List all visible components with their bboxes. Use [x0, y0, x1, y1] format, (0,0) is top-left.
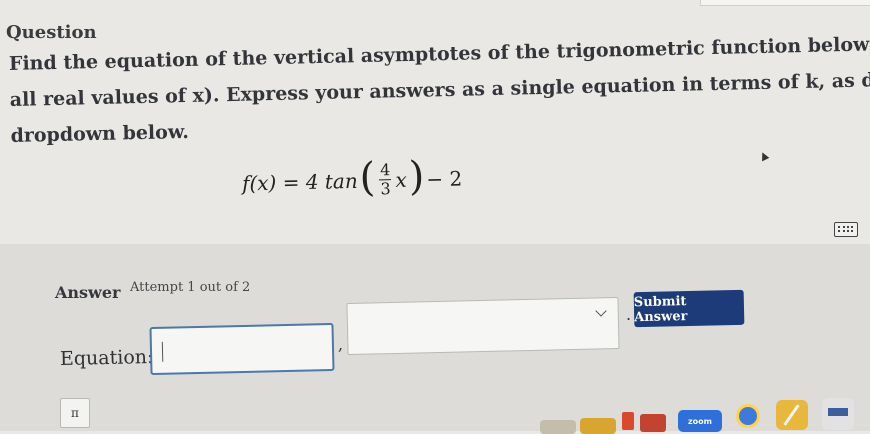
equation-input[interactable]: [149, 322, 335, 376]
answer-label: Answer: [55, 283, 121, 302]
submit-answer-button[interactable]: Submit Answer: [633, 289, 745, 328]
dock-app-icon[interactable]: [622, 412, 634, 430]
zoom-app-label: zoom: [688, 416, 712, 426]
chrome-app-icon[interactable]: [736, 404, 760, 428]
fraction-numerator: 4: [378, 160, 392, 181]
period-separator: .: [626, 305, 632, 324]
k-domain-dropdown[interactable]: [346, 296, 620, 356]
function-formula: f(x) = 4 tan ( 4 3 x ) − 2: [241, 152, 463, 201]
pi-key-button[interactable]: π: [60, 398, 90, 428]
fraction-denominator: 3: [380, 179, 391, 199]
mouse-pointer-icon: [758, 150, 770, 162]
text-caret: [161, 341, 164, 362]
dock-app-icon[interactable]: [580, 418, 616, 434]
dock: zoom: [540, 396, 870, 434]
equation-label: Equation:: [59, 345, 154, 371]
dock-app-icon[interactable]: [540, 420, 576, 434]
dock-app-icon[interactable]: [640, 414, 666, 432]
notes-app-icon[interactable]: [776, 400, 808, 430]
attempt-counter: Attempt 1 out of 2: [130, 280, 251, 295]
dock-app-icon[interactable]: [822, 398, 854, 430]
zoom-app-icon[interactable]: zoom: [678, 410, 722, 432]
keyboard-icon[interactable]: [834, 222, 858, 237]
formula-fraction: 4 3: [378, 160, 392, 199]
formula-lhs: f(x) = 4 tan: [241, 168, 358, 195]
question-text: Find the equation of the vertical asympt…: [8, 3, 870, 154]
comma-separator: ,: [338, 335, 344, 354]
formula-tail: − 2: [426, 166, 463, 191]
formula-variable: x: [395, 167, 408, 192]
